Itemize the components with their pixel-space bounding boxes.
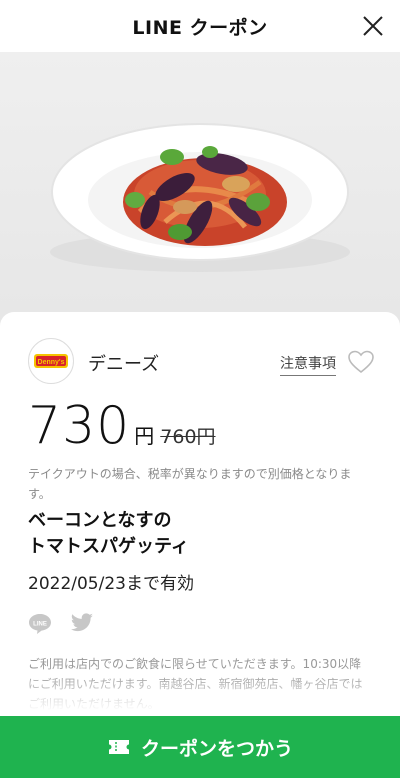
usage-note-fade <box>0 672 400 718</box>
line-share-label: LINE <box>33 622 47 628</box>
brand-name: デニーズ <box>88 354 160 375</box>
ticket-icon <box>108 740 129 754</box>
price-row: 730 円 760円 <box>28 396 216 456</box>
expiry-date: 2022/05/23まで有効 <box>28 574 194 594</box>
line-share-icon[interactable]: LINE <box>28 613 52 635</box>
app-title: LINE クーポン <box>132 16 268 39</box>
close-icon[interactable] <box>360 13 386 39</box>
original-price: 760円 <box>160 426 216 448</box>
coupon-card: Denny's デニーズ 注意事項 730 円 760円 テイクアウトの場合、税… <box>0 312 400 778</box>
brand-logo: Denny's <box>28 338 74 384</box>
product-name-line1: ベーコンとなすの <box>28 510 172 531</box>
product-name-line2: トマトスパゲッティ <box>28 536 189 557</box>
product-name: ベーコンとなすの トマトスパゲッティ <box>28 508 373 560</box>
brand-logo-text: Denny's <box>38 359 65 366</box>
heart-icon[interactable] <box>348 350 374 374</box>
twitter-share-icon[interactable] <box>70 612 94 634</box>
use-coupon-label: クーポンをつかう <box>140 737 293 760</box>
header: LINE クーポン <box>0 0 400 52</box>
product-image <box>0 52 400 342</box>
tax-note: テイクアウトの場合、税率が異なりますので別価格となります。 <box>28 467 352 501</box>
price-unit: 円 <box>134 424 155 448</box>
coupon-price: 730 <box>28 396 131 456</box>
notice-link[interactable]: 注意事項 <box>280 353 336 376</box>
use-coupon-button[interactable]: クーポンをつかう <box>0 716 400 778</box>
